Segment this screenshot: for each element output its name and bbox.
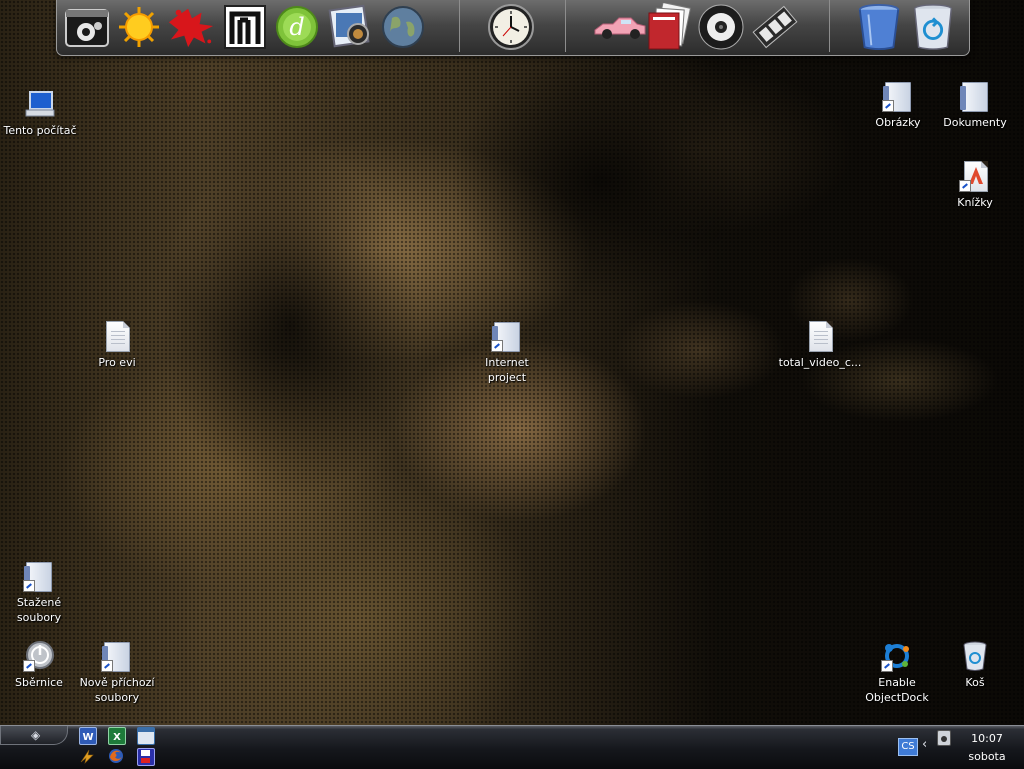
- desktop-icon-label: Internet project: [485, 356, 529, 384]
- m-letter-app-icon[interactable]: [221, 3, 269, 51]
- firefox-icon[interactable]: [108, 748, 124, 764]
- dvd-disc-icon[interactable]: [697, 3, 745, 51]
- speaker-icon[interactable]: [937, 730, 951, 746]
- power-button-icon: [23, 640, 55, 672]
- svg-text:W: W: [82, 732, 93, 743]
- desktop-icon-bus[interactable]: Sběrnice: [1, 640, 77, 690]
- system-tray: CS ‹ 10:07 sobota: [898, 726, 1024, 769]
- desktop-icon-label: Dokumenty: [943, 116, 1007, 129]
- dreamweaver-icon[interactable]: d: [273, 3, 321, 51]
- system-settings-icon[interactable]: [63, 3, 111, 51]
- taskbar: ◈ W X CS ‹ 10:07 sobota: [0, 725, 1024, 769]
- clock-widget-icon[interactable]: [487, 3, 535, 51]
- start-button[interactable]: ◈: [0, 726, 68, 745]
- desktop-icon-label: total_video_c...: [778, 356, 862, 369]
- desktop-icon-label: Sběrnice: [15, 676, 63, 689]
- desktop-icon-internet-project[interactable]: Internet project: [469, 320, 545, 385]
- trash-empty-icon[interactable]: [855, 3, 903, 51]
- chevron-left-icon[interactable]: ‹: [922, 737, 927, 752]
- objectdock-icon: [881, 640, 913, 672]
- computer-icon: [24, 88, 56, 120]
- desktop-icon-label: Tento počítač: [3, 124, 77, 137]
- language-indicator[interactable]: CS: [898, 738, 918, 756]
- weather-sun-icon[interactable]: [115, 3, 163, 51]
- dock-separator: [829, 0, 830, 52]
- desktop-icon-new-incoming[interactable]: Nově příchozí soubory: [79, 640, 155, 705]
- recycle-bin-icon[interactable]: [909, 3, 957, 51]
- desktop-icon-documents[interactable]: Dokumenty: [937, 80, 1013, 130]
- windows-logo-icon: ◈: [31, 728, 41, 742]
- desktop-icon-books[interactable]: Knížky: [937, 160, 1013, 210]
- clock-time: 10:07: [971, 732, 1003, 745]
- text-document-icon: [101, 320, 133, 352]
- desktop-icon-objectdock[interactable]: Enable ObjectDock: [859, 640, 935, 705]
- desktop-icon-label: Obrázky: [875, 116, 921, 129]
- desktop-icon-computer[interactable]: Tento počítač: [2, 88, 78, 138]
- dock-separator: [459, 0, 460, 52]
- red-splat-app-icon[interactable]: [167, 3, 215, 51]
- dock-separator: [565, 0, 566, 52]
- desktop-icon-pro-evi[interactable]: Pro evi: [79, 320, 155, 370]
- recycle-bin-icon: [959, 640, 991, 672]
- pink-car-icon[interactable]: [593, 3, 647, 51]
- svg-text:d: d: [289, 13, 304, 41]
- window-app-icon[interactable]: [137, 727, 155, 745]
- desktop-icon-label: Koš: [965, 676, 985, 689]
- folder-documents-icon: [959, 80, 991, 112]
- folder-shortcut-icon: [491, 320, 523, 352]
- desktop-icon-label: Stažené soubory: [16, 596, 62, 624]
- desktop-icon-label: Knížky: [957, 196, 993, 209]
- image-viewer-icon[interactable]: [327, 3, 375, 51]
- desktop-icon-label: Pro evi: [98, 356, 136, 369]
- svg-text:X: X: [113, 732, 121, 743]
- desktop-icon-downloads[interactable]: Stažené soubory: [1, 560, 77, 625]
- save-disk-icon[interactable]: [137, 748, 155, 766]
- documents-stack-icon[interactable]: [645, 3, 693, 51]
- film-strip-icon[interactable]: [751, 3, 799, 51]
- acrobat-document-icon: [959, 160, 991, 192]
- desktop-icon-trash[interactable]: Koš: [937, 640, 1013, 690]
- folder-shortcut-icon: [23, 560, 55, 592]
- word-icon[interactable]: W: [79, 727, 97, 745]
- excel-icon[interactable]: X: [108, 727, 126, 745]
- globe-icon[interactable]: [379, 3, 427, 51]
- desktop-icon-pictures[interactable]: Obrázky: [860, 80, 936, 130]
- clock-day: sobota: [968, 750, 1006, 763]
- clock[interactable]: 10:07 sobota: [952, 730, 1022, 766]
- lightning-app-icon[interactable]: [79, 748, 95, 764]
- desktop-icon-label: Enable ObjectDock: [865, 676, 929, 704]
- object-dock: d: [56, 0, 970, 56]
- folder-shortcut-icon: [101, 640, 133, 672]
- folder-pictures-icon: [882, 80, 914, 112]
- desktop-icon-total-video[interactable]: total_video_c...: [775, 320, 865, 370]
- text-document-icon: [804, 320, 836, 352]
- desktop-icon-label: Nově příchozí soubory: [79, 676, 155, 704]
